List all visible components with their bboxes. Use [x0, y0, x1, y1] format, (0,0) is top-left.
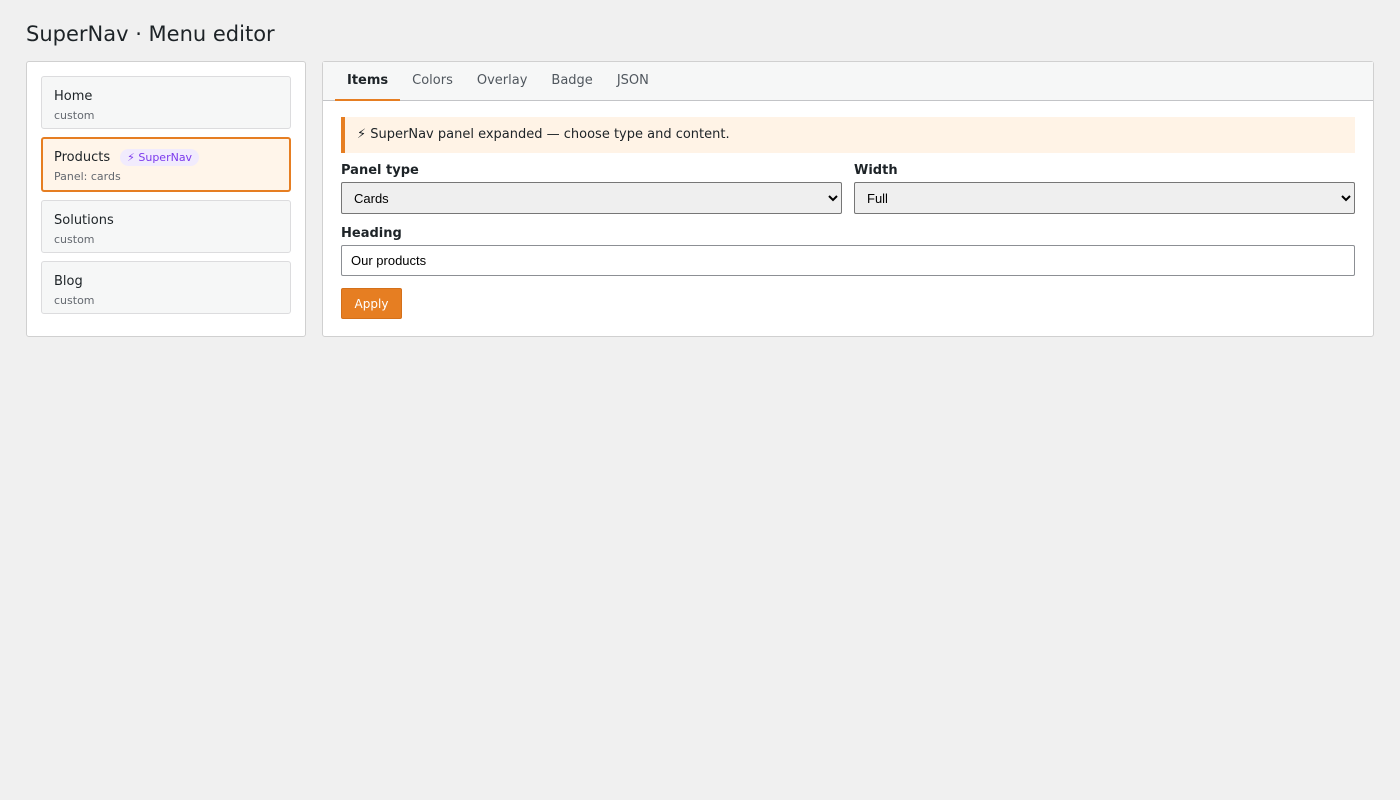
- menu-item-subtitle: custom: [54, 109, 95, 122]
- page-title: SuperNav · Menu editor: [26, 22, 275, 46]
- tab-badge[interactable]: Badge: [539, 62, 604, 101]
- menu-item-title: Home: [54, 88, 93, 104]
- width-select[interactable]: Full: [854, 182, 1355, 214]
- menu-item-title: Products: [54, 149, 111, 165]
- tab-overlay[interactable]: Overlay: [465, 62, 540, 101]
- tab-items[interactable]: Items: [335, 62, 401, 101]
- menu-item-title: Blog: [54, 273, 83, 289]
- menu-item-title: Solutions: [54, 212, 114, 228]
- tab-colors[interactable]: Colors: [400, 62, 465, 101]
- heading-label: Heading: [341, 226, 402, 241]
- panel-type-label: Panel type: [341, 163, 419, 178]
- menu-item-blog[interactable]: Blog custom: [41, 261, 291, 314]
- settings-tabs: Items Colors Overlay Badge JSON: [323, 62, 1373, 101]
- panel-type-select[interactable]: Cards: [341, 182, 842, 214]
- supernav-badge: ⚡ SuperNav: [120, 148, 200, 166]
- heading-input[interactable]: [341, 245, 1355, 276]
- menu-item-subtitle: custom: [54, 233, 95, 246]
- menu-items-sidebar: Home custom Products ⚡ SuperNav Panel: c…: [26, 61, 306, 337]
- width-label: Width: [854, 163, 898, 178]
- tab-json[interactable]: JSON: [605, 62, 661, 101]
- menu-item-solutions[interactable]: Solutions custom: [41, 200, 291, 253]
- menu-item-home[interactable]: Home custom: [41, 76, 291, 129]
- supernav-notice: ⚡ SuperNav panel expanded — choose type …: [341, 117, 1355, 153]
- item-settings-panel: Items Colors Overlay Badge JSON ⚡ SuperN…: [322, 61, 1374, 337]
- menu-item-products[interactable]: Products ⚡ SuperNav Panel: cards: [41, 137, 291, 192]
- menu-item-subtitle: Panel: cards: [54, 170, 121, 183]
- apply-button[interactable]: Apply: [341, 288, 402, 319]
- menu-item-subtitle: custom: [54, 294, 95, 307]
